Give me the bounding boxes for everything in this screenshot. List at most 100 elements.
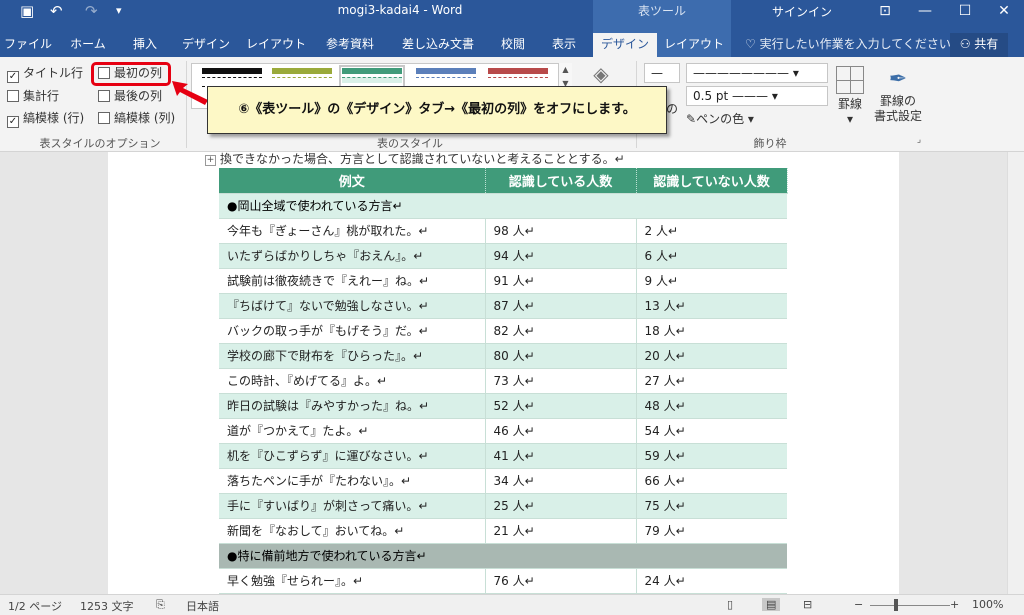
table-header-cell[interactable]: 例文 — [219, 168, 486, 194]
close-button[interactable]: ✕ — [984, 0, 1024, 22]
example-sentence-cell[interactable]: 早く勉強『せられー』。↵ — [219, 568, 485, 594]
borders-button[interactable]: 罫線 ▾ — [834, 66, 866, 127]
total-row-checkbox[interactable]: 集計行 — [7, 87, 59, 105]
unrecognized-count-cell[interactable]: 54 人↵ — [635, 418, 787, 444]
pen-color-button[interactable]: ✎ペンの色 ▾ — [686, 110, 754, 128]
line-weight-dropdown[interactable]: 0.5 pt ——— ▾ — [686, 86, 828, 106]
example-sentence-cell[interactable]: 手に『すいばり』が刺さって痛い。↵ — [219, 493, 485, 519]
tab-table-layout[interactable]: レイアウト — [657, 33, 731, 57]
tell-me-box[interactable]: ♡ 実行したい作業を入力してください — [745, 33, 951, 55]
tab-review[interactable]: 校閲 — [492, 33, 534, 57]
unrecognized-count-cell[interactable]: 48 人↵ — [635, 393, 787, 419]
example-sentence-cell[interactable]: 昨日の試験は『みやすかった』ね。↵ — [219, 393, 485, 419]
header-row-checkbox[interactable]: ✓ タイトル行 — [7, 64, 83, 83]
line-style-dropdown[interactable]: ———————— ▾ — [686, 63, 828, 83]
example-sentence-cell[interactable]: 道が『つかえて』たよ。↵ — [219, 418, 485, 444]
example-sentence-cell[interactable]: 落ちたペンに手が『たわない』。↵ — [219, 468, 485, 494]
tab-view[interactable]: 表示 — [543, 33, 585, 57]
table-header-cell[interactable]: 認識している人数 — [485, 168, 637, 194]
zoom-slider-thumb[interactable] — [894, 599, 898, 611]
table-row: 机を『ひこずらず』に運びなさい。↵ 41 人↵ 59 人↵ — [219, 443, 787, 469]
table-row: 学校の廊下で財布を『ひらった』。↵ 80 人↵ 20 人↵ — [219, 343, 787, 369]
border-painter-button[interactable]: ✒ 罫線の 書式設定 — [870, 66, 926, 124]
unrecognized-count-cell[interactable]: 13 人↵ — [635, 293, 787, 319]
recognized-count-cell[interactable]: 91 人↵ — [484, 268, 636, 294]
recognized-count-cell[interactable]: 98 人↵ — [484, 218, 636, 244]
tab-references[interactable]: 参考資料 — [318, 33, 382, 57]
sign-in-link[interactable]: サインイン — [772, 3, 832, 20]
unrecognized-count-cell[interactable]: 66 人↵ — [635, 468, 787, 494]
recognized-count-cell[interactable]: 76 人↵ — [484, 568, 636, 594]
zoom-out-button[interactable]: − — [854, 598, 863, 611]
word-count[interactable]: 1253 文字 — [80, 598, 134, 614]
unrecognized-count-cell[interactable]: 24 人↵ — [635, 568, 787, 594]
section-heading-cell[interactable]: ●岡山全域で使われている方言↵ — [219, 193, 787, 219]
redo-icon[interactable]: ↷ — [85, 0, 98, 22]
paragraph-text: 換できなかった場合、方言として認識されていないと考えることとする。↵ — [220, 152, 625, 166]
recognized-count-cell[interactable]: 87 人↵ — [484, 293, 636, 319]
recognized-count-cell[interactable]: 46 人↵ — [484, 418, 636, 444]
share-button[interactable]: ⚇ 共有 — [950, 33, 1008, 57]
unrecognized-count-cell[interactable]: 20 人↵ — [635, 343, 787, 369]
language-indicator[interactable]: 日本語 — [186, 598, 219, 614]
unrecognized-count-cell[interactable]: 2 人↵ — [635, 218, 787, 244]
unrecognized-count-cell[interactable]: 18 人↵ — [635, 318, 787, 344]
recognized-count-cell[interactable]: 94 人↵ — [484, 243, 636, 269]
read-mode-icon[interactable]: ▯ — [727, 598, 733, 611]
unrecognized-count-cell[interactable]: 9 人↵ — [635, 268, 787, 294]
recognized-count-cell[interactable]: 34 人↵ — [484, 468, 636, 494]
web-layout-icon[interactable]: ⊟ — [803, 598, 812, 611]
maximize-button[interactable]: ☐ — [945, 0, 985, 22]
zoom-slider[interactable] — [870, 605, 950, 606]
unrecognized-count-cell[interactable]: 27 人↵ — [635, 368, 787, 394]
recognized-count-cell[interactable]: 21 人↵ — [484, 518, 636, 544]
example-sentence-cell[interactable]: バックの取っ手が『もげそう』だ。↵ — [219, 318, 485, 344]
recognized-count-cell[interactable]: 73 人↵ — [484, 368, 636, 394]
example-sentence-cell[interactable]: 机を『ひこずらず』に運びなさい。↵ — [219, 443, 485, 469]
section-heading-cell[interactable]: ●特に備前地方で使われている方言↵ — [219, 543, 787, 569]
undo-icon[interactable]: ↶ — [50, 0, 63, 22]
tab-design[interactable]: デザイン — [178, 33, 234, 57]
banded-rows-checkbox[interactable]: ✓ 縞模様 (行) — [7, 109, 84, 128]
checkbox-empty-icon — [7, 90, 19, 102]
recognized-count-cell[interactable]: 80 人↵ — [484, 343, 636, 369]
print-layout-icon[interactable]: ▤ — [762, 598, 781, 611]
save-icon[interactable]: ▣ — [20, 0, 34, 22]
dialog-launcher-icon[interactable]: ⌟ — [912, 135, 926, 145]
border-styles-icon[interactable]: — — [644, 63, 680, 83]
unrecognized-count-cell[interactable]: 59 人↵ — [635, 443, 787, 469]
unrecognized-count-cell[interactable]: 75 人↵ — [635, 493, 787, 519]
page-count[interactable]: 1/2 ページ — [8, 598, 62, 614]
recognized-count-cell[interactable]: 41 人↵ — [484, 443, 636, 469]
ribbon-display-icon[interactable]: ⊡ — [865, 0, 905, 22]
zoom-in-button[interactable]: + — [950, 598, 959, 611]
proofing-icon[interactable]: ⎘ — [156, 598, 165, 612]
banded-columns-checkbox[interactable]: 縞模様 (列) — [98, 109, 175, 127]
example-sentence-cell[interactable]: 試験前は徹夜続きで『えれー』ね。↵ — [219, 268, 485, 294]
vertical-scrollbar[interactable] — [1007, 152, 1024, 594]
tab-file[interactable]: ファイル — [2, 33, 54, 57]
unrecognized-count-cell[interactable]: 6 人↵ — [635, 243, 787, 269]
recognized-count-cell[interactable]: 52 人↵ — [484, 393, 636, 419]
qat-more-icon[interactable]: ▾ — [116, 0, 122, 22]
example-sentence-cell[interactable]: 『ちばけて』ないで勉強しなさい。↵ — [219, 293, 485, 319]
example-sentence-cell[interactable]: この時計、『めげてる』よ。↵ — [219, 368, 485, 394]
table-move-handle-icon[interactable]: + — [205, 155, 216, 166]
tab-mailings[interactable]: 差し込み文書 — [395, 33, 481, 57]
example-sentence-cell[interactable]: 学校の廊下で財布を『ひらった』。↵ — [219, 343, 485, 369]
example-sentence-cell[interactable]: いたずらばかりしちゃ『おえん』。↵ — [219, 243, 485, 269]
minimize-button[interactable]: — — [905, 0, 945, 22]
table-header-cell[interactable]: 認識していない人数 — [636, 168, 788, 194]
tab-insert[interactable]: 挿入 — [122, 33, 168, 57]
recognized-count-cell[interactable]: 82 人↵ — [484, 318, 636, 344]
example-sentence-cell[interactable]: 新聞を『なおして』おいてね。↵ — [219, 518, 485, 544]
example-sentence-cell[interactable]: 今年も『ぎょーさん』桃が取れた。↵ — [219, 218, 485, 244]
recognized-count-cell[interactable]: 25 人↵ — [484, 493, 636, 519]
tab-table-design[interactable]: デザイン — [593, 33, 657, 57]
last-column-checkbox[interactable]: 最後の列 — [98, 87, 162, 105]
unrecognized-count-cell[interactable]: 79 人↵ — [635, 518, 787, 544]
tab-layout[interactable]: レイアウト — [245, 33, 307, 57]
zoom-level[interactable]: 100% — [972, 598, 1003, 611]
tab-home[interactable]: ホーム — [62, 33, 114, 57]
dialect-table[interactable]: 例文 認識している人数 認識していない人数 ●岡山全域で使われている方言↵ 今年も… — [219, 168, 788, 594]
